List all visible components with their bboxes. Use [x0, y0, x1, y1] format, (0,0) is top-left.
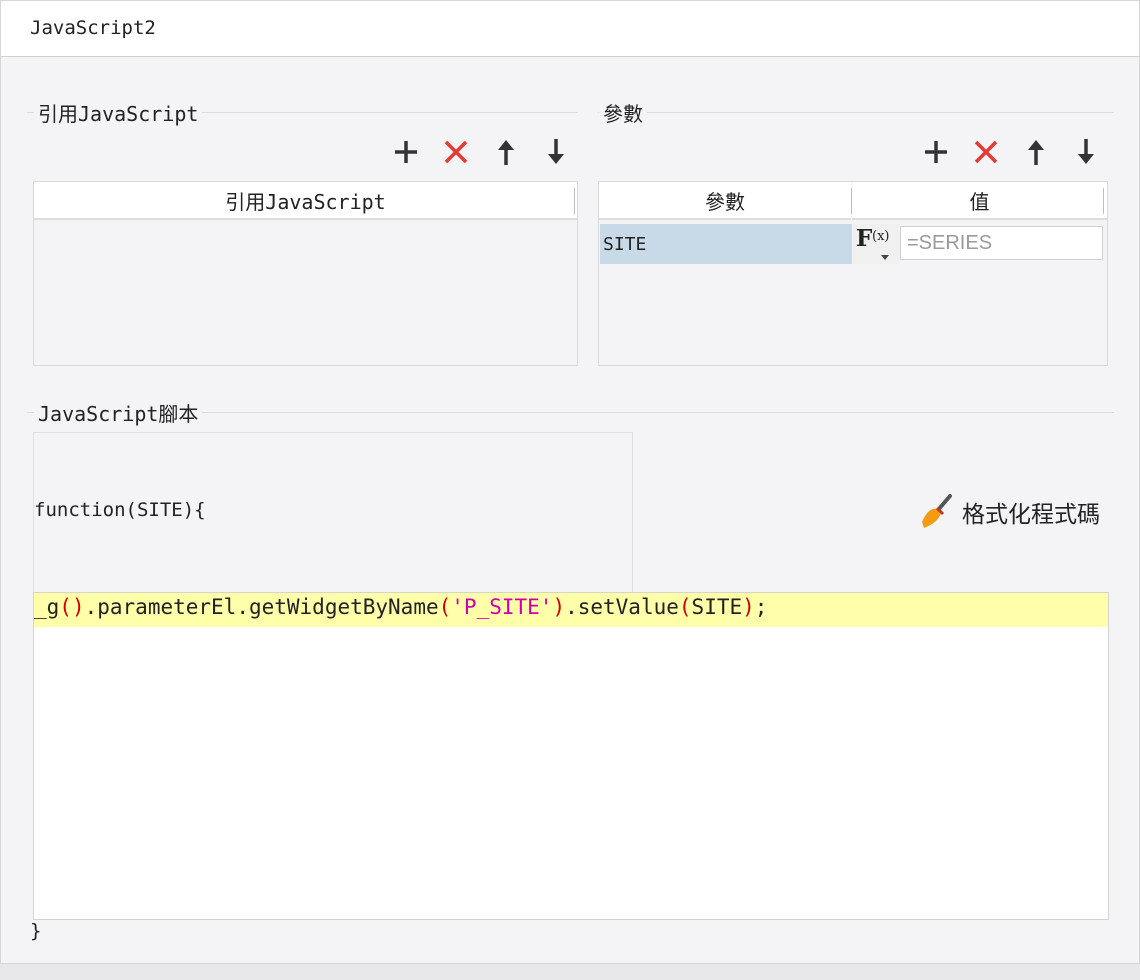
arrow-down-icon [548, 139, 564, 164]
function-footer: } [30, 920, 42, 942]
params-move-down-button[interactable] [1071, 137, 1101, 167]
params-delete-button[interactable] [971, 137, 1001, 167]
formula-icon: F [856, 225, 873, 252]
params-table[interactable]: 參數 值 SITE F (x) [598, 181, 1108, 366]
column-separator[interactable] [1103, 188, 1104, 214]
format-code-label: 格式化程式碼 [962, 502, 1100, 528]
add-icon [925, 141, 947, 163]
code-line-1[interactable]: _g().parameterEl.getWidgetByName('P_SITE… [34, 595, 767, 619]
column-separator[interactable] [574, 188, 575, 214]
param-row-name-cell[interactable]: SITE [600, 224, 852, 264]
formula-button[interactable]: F (x) [853, 224, 899, 264]
imports-list[interactable]: 引用JavaScript [33, 181, 578, 366]
imports-column-header-label: 引用JavaScript [225, 189, 386, 214]
function-header-area: function(SITE){ [33, 432, 633, 594]
add-icon [395, 141, 417, 163]
param-value-input[interactable] [900, 226, 1103, 260]
imports-group-label: 引用JavaScript [34, 98, 203, 127]
params-add-button[interactable] [921, 137, 951, 167]
code-editor[interactable]: _g().parameterEl.getWidgetByName('P_SITE… [33, 592, 1109, 920]
tab-bar: JavaScript2 [1, 1, 1139, 57]
params-column-name-header[interactable]: 參數 [599, 182, 851, 220]
tab-title[interactable]: JavaScript2 [30, 17, 156, 39]
imports-column-header[interactable]: 引用JavaScript [34, 182, 577, 220]
params-group-line [598, 112, 1114, 113]
params-column-value-label: 值 [969, 189, 990, 214]
dropdown-caret-icon [881, 255, 889, 260]
params-column-name-label: 參數 [705, 189, 745, 214]
function-header: function(SITE){ [34, 499, 206, 521]
imports-add-button[interactable] [391, 137, 421, 167]
imports-delete-button[interactable] [441, 137, 471, 167]
params-move-up-button[interactable] [1021, 137, 1051, 167]
arrow-up-icon [498, 140, 514, 165]
params-column-value-header[interactable]: 值 [852, 182, 1107, 220]
delete-icon [974, 140, 998, 164]
format-code-button[interactable]: 格式化程式碼 [918, 494, 1100, 530]
script-group-label: JavaScript腳本 [34, 398, 203, 427]
imports-move-down-button[interactable] [541, 137, 571, 167]
imports-move-up-button[interactable] [491, 137, 521, 167]
arrow-up-icon [1028, 140, 1044, 165]
params-group-label: 參數 [599, 98, 647, 127]
delete-icon [444, 140, 468, 164]
arrow-down-icon [1078, 139, 1094, 164]
broom-icon [922, 494, 952, 528]
bottom-strip [0, 964, 1140, 980]
